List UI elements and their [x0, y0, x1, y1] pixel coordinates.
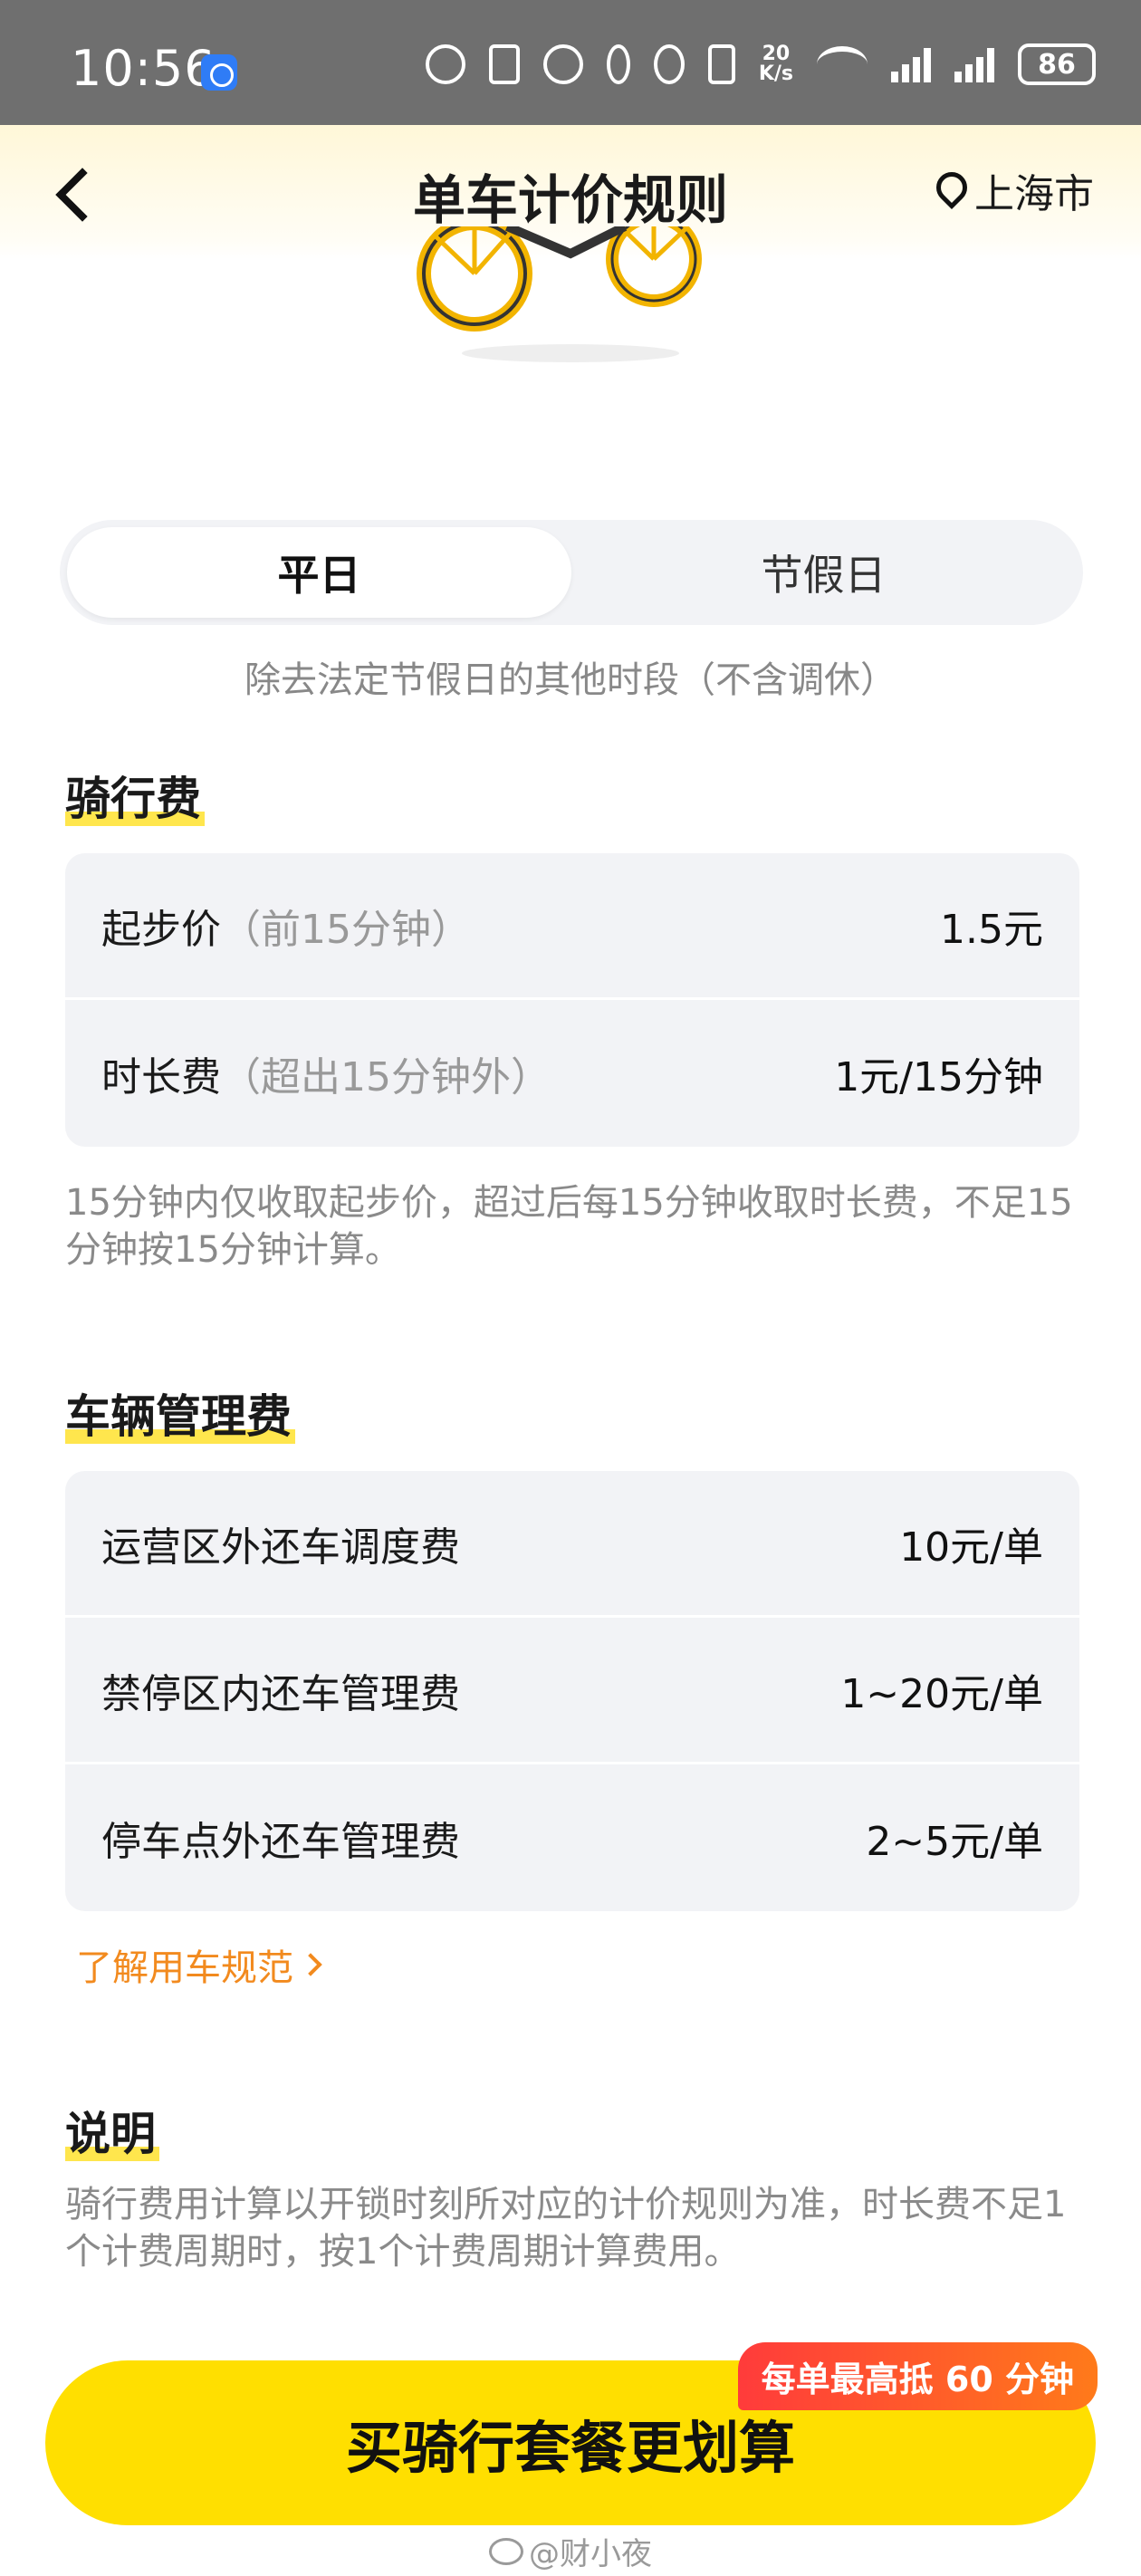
eye-icon [425, 44, 465, 84]
location-icon [653, 44, 685, 84]
explanation-title: 说明 [65, 2098, 159, 2163]
explanation-text: 骑行费用计算以开锁时刻所对应的计价规则为准，时长费不足1个计费周期时，按1个计费… [65, 2184, 1067, 2273]
signal-icon [891, 46, 931, 82]
tab-holiday[interactable]: 节假日 [571, 527, 1076, 618]
status-icons: 20 K/s 86 [425, 43, 1096, 85]
nfc-icon [488, 44, 520, 84]
usage-rules-link-label: 了解用车规范 [76, 1947, 293, 1989]
location-pin-icon [936, 172, 965, 208]
promo-badge: 每单最高抵 60 分钟 [737, 2342, 1098, 2410]
status-bar: 10:56 20 K/s 86 [0, 0, 1141, 125]
table-row: 时长费（超出15分钟外） 1元/15分钟 [65, 1000, 1079, 1147]
status-time: 10:56 [71, 40, 216, 97]
net-speed-value: 20 [762, 43, 791, 65]
riding-fee-title: 骑行费 [65, 763, 205, 828]
vibrate-icon [707, 44, 735, 84]
row-label: 运营区外还车调度费 [101, 1523, 460, 1571]
watermark: @财小夜 [489, 2529, 652, 2573]
row-value: 1元/15分钟 [834, 1054, 1043, 1101]
riding-fee-note: 15分钟内仅收取起步价，超过后每15分钟收取时长费，不足15分钟按15分钟计算。 [65, 1182, 1073, 1271]
net-speed: 20 K/s [759, 44, 793, 84]
weibo-icon [489, 2537, 523, 2565]
row-value: 2~5元/单 [866, 1819, 1043, 1865]
management-fee-title: 车辆管理费 [65, 1380, 295, 1446]
row-label: 禁停区内还车管理费 [101, 1670, 460, 1717]
bluetooth-icon [606, 44, 630, 84]
tab-description: 除去法定节假日的其他时段（不含调休） [244, 659, 896, 701]
row-label: 时长费（超出15分钟外） [101, 1054, 551, 1101]
day-type-tabs: 平日 节假日 [60, 520, 1083, 625]
table-row: 起步价（前15分钟） 1.5元 [65, 853, 1079, 1000]
row-value: 10元/单 [899, 1523, 1043, 1571]
management-fee-card: 运营区外还车调度费 10元/单 禁停区内还车管理费 1~20元/单 停车点外还车… [65, 1471, 1079, 1911]
battery-icon: 86 [1018, 43, 1096, 85]
wifi-icon [817, 46, 868, 82]
table-row: 禁停区内还车管理费 1~20元/单 [65, 1618, 1079, 1764]
signal-icon [954, 46, 994, 82]
row-label: 停车点外还车管理费 [101, 1819, 460, 1865]
tab-weekday[interactable]: 平日 [67, 527, 571, 618]
watermark-text: @财小夜 [529, 2536, 652, 2572]
app-notification-icon [201, 54, 237, 91]
net-speed-unit: K/s [758, 62, 793, 85]
row-value: 1.5元 [940, 906, 1043, 953]
row-value: 1~20元/单 [840, 1670, 1043, 1717]
chevron-right-icon [299, 1953, 322, 1976]
table-row: 运营区外还车调度费 10元/单 [65, 1471, 1079, 1618]
usage-rules-link[interactable]: 了解用车规范 [76, 1938, 322, 1991]
bike-illustration [417, 226, 702, 362]
location-selector[interactable]: 上海市 [936, 161, 1094, 219]
location-label: 上海市 [974, 171, 1094, 217]
table-row: 停车点外还车管理费 2~5元/单 [65, 1764, 1079, 1911]
row-label: 起步价（前15分钟） [101, 906, 471, 953]
riding-fee-card: 起步价（前15分钟） 1.5元 时长费（超出15分钟外） 1元/15分钟 [65, 853, 1079, 1147]
alarm-icon [542, 44, 583, 84]
